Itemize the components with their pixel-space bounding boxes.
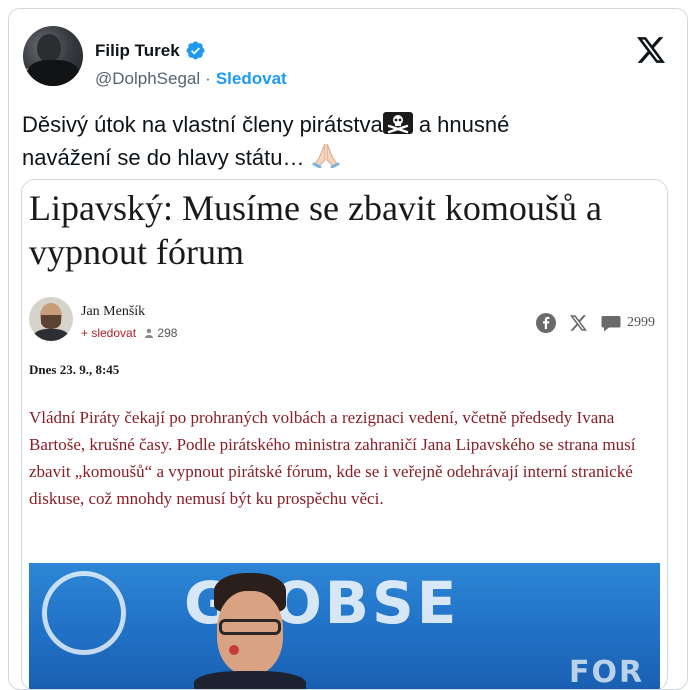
comments-count: 2999 <box>627 315 655 330</box>
tweet-text-line1-end: a hnusné <box>412 112 510 137</box>
tweet-text: Děsivý útok na vlastní členy pirátstva a… <box>22 109 662 176</box>
followers-count-row: 298 <box>144 326 177 340</box>
article-lede: Vládní Piráty čekají po prohraných volbá… <box>29 408 636 508</box>
handle-row: @DolphSegal · Sledovat <box>95 69 287 89</box>
article-title: Lipavský: Musíme se zbavit komoušů a vyp… <box>29 188 602 272</box>
article-author-name: Jan Menšík <box>81 304 146 319</box>
person-icon <box>145 328 154 338</box>
photo-backdrop-text-2: FOR <box>569 655 645 690</box>
x-share-icon <box>570 315 587 331</box>
comments-group: 2999 <box>601 315 655 332</box>
article-date: Dnes 23. 9., 8:45 <box>29 362 120 377</box>
embedded-tweet-card: Filip Turek @DolphSegal · Sledovat Děsiv… <box>8 8 688 690</box>
tweet-text-line2: navážení se do hlavy státu… <box>22 144 311 170</box>
facebook-icon <box>536 313 556 333</box>
follow-button[interactable]: Sledovat <box>216 69 287 89</box>
article-photo: GLOBSE FOR <box>29 563 660 690</box>
tweet-text-line1: Děsivý útok na vlastní členy pirátstva <box>22 112 383 137</box>
author-handle[interactable]: @DolphSegal <box>95 69 200 89</box>
verified-badge-icon <box>186 41 205 60</box>
article-screenshot[interactable]: Lipavský: Musíme se zbavit komoušů a vyp… <box>21 179 668 690</box>
separator-dot: · <box>205 69 211 88</box>
globe-logo <box>42 571 126 655</box>
article-follow-link: + sledovat <box>81 326 137 340</box>
author-name-row: Filip Turek <box>95 40 206 61</box>
skull-crossbones-icon <box>382 111 413 142</box>
folded-hands-icon <box>311 142 341 176</box>
x-logo-icon[interactable] <box>637 37 665 63</box>
article-share-row: 2999 <box>536 313 655 333</box>
article-author-avatar <box>29 297 73 341</box>
comment-icon <box>601 315 621 331</box>
author-name[interactable]: Filip Turek <box>95 41 180 61</box>
author-avatar[interactable] <box>23 26 83 86</box>
article-author-meta: + sledovat 298 <box>81 326 177 340</box>
followers-count: 298 <box>157 326 178 340</box>
